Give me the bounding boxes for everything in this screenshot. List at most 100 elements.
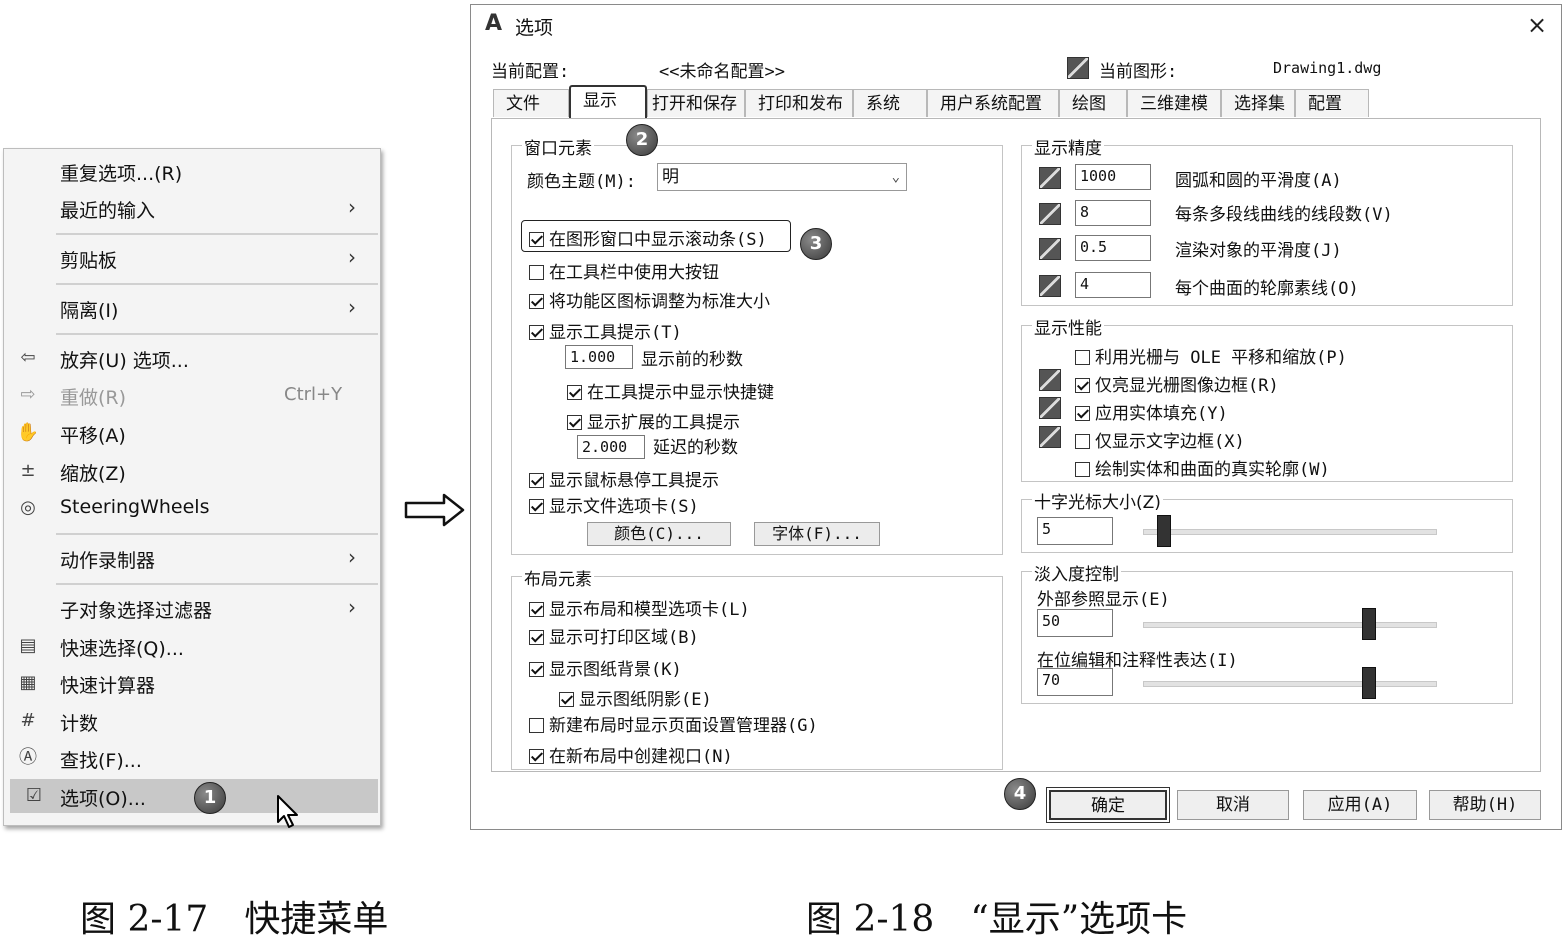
true-silhouettes-checkbox[interactable]: 绘制实体和曲面的真实轮廓(W) <box>1075 455 1330 480</box>
large-buttons-checkbox[interactable]: 在工具栏中使用大按钮 <box>529 258 719 283</box>
drawing-saved-icon <box>1039 369 1061 391</box>
tooltip-shortcut-checkbox[interactable]: 在工具提示中显示快捷键 <box>567 378 774 403</box>
cancel-button[interactable]: 取消 <box>1177 790 1289 820</box>
contour-lines-input[interactable]: 4 <box>1075 272 1151 298</box>
polyline-segments-input[interactable]: 8 <box>1075 200 1151 226</box>
menu-item-clipboard[interactable]: 剪贴板 › <box>4 241 380 275</box>
menu-item-quick-select[interactable]: ▤ 快速选择(Q)... <box>4 629 380 663</box>
dialog-title: 选项 <box>515 17 554 39</box>
inplace-slider-thumb[interactable] <box>1362 667 1377 699</box>
checkbox-box <box>529 630 544 645</box>
page-setup-manager-checkbox[interactable]: 新建布局时显示页面设置管理器(G) <box>529 711 818 736</box>
arc-smoothness-label: 圆弧和圆的平滑度(A) <box>1175 171 1342 191</box>
menu-item-count[interactable]: # 计数 <box>4 704 380 738</box>
paper-shadow-checkbox[interactable]: 显示图纸阴影(E) <box>559 685 712 710</box>
color-theme-value: 明 <box>662 167 679 187</box>
steering-wheel-icon: ◎ <box>20 497 36 518</box>
tooltips-checkbox[interactable]: 显示工具提示(T) <box>529 318 682 343</box>
menu-item-recent-input[interactable]: 最近的输入 › <box>4 191 380 225</box>
menu-item-redo[interactable]: ⇨ 重做(R) Ctrl+Y <box>4 378 380 412</box>
tab-open-save[interactable]: 打开和保存 <box>647 89 745 117</box>
checkbox-label: 仅亮显光栅图像边框(R) <box>1095 376 1279 396</box>
step-badge-3: 3 <box>800 228 832 260</box>
inplace-slider-track[interactable] <box>1143 681 1437 687</box>
tab-drafting[interactable]: 绘图 <box>1059 89 1127 117</box>
crosshair-slider-thumb[interactable] <box>1156 515 1171 547</box>
close-icon[interactable]: × <box>1527 11 1547 39</box>
chevron-right-icon: › <box>348 545 356 569</box>
raster-ole-checkbox[interactable]: 利用光栅与 OLE 平移和缩放(P) <box>1075 343 1347 368</box>
paper-background-checkbox[interactable]: 显示图纸背景(K) <box>529 655 682 680</box>
group-title: 窗口元素 <box>522 134 594 159</box>
menu-item-label: SteeringWheels <box>60 496 210 518</box>
menu-item-quick-calc[interactable]: ▦ 快速计算器 <box>4 666 380 700</box>
xref-display-input[interactable]: 50 <box>1037 609 1113 637</box>
resize-ribbon-checkbox[interactable]: 将功能区图标调整为标准大小 <box>529 287 770 312</box>
group-title: 十字光标大小(Z) <box>1032 488 1163 513</box>
menu-separator <box>56 333 378 335</box>
tab-profiles[interactable]: 配置 <box>1295 89 1369 117</box>
drawing-saved-icon <box>1039 426 1061 448</box>
checkbox-label: 显示文件选项卡(S) <box>549 497 699 517</box>
menu-item-find[interactable]: Ⓐ 查找(F)... <box>4 741 380 775</box>
checkbox-label: 将功能区图标调整为标准大小 <box>549 292 770 312</box>
drawing-saved-icon <box>1039 275 1061 297</box>
delay-seconds-input[interactable]: 2.000 <box>577 435 645 459</box>
crosshair-slider-track[interactable] <box>1143 529 1437 535</box>
xref-slider-track[interactable] <box>1143 622 1437 628</box>
solid-fill-checkbox[interactable]: 应用实体填充(Y) <box>1075 399 1228 424</box>
tooltip-seconds-input[interactable]: 1.000 <box>565 345 633 369</box>
inplace-edit-input[interactable]: 70 <box>1037 668 1113 696</box>
file-tabs-checkbox[interactable]: 显示文件选项卡(S) <box>529 492 699 517</box>
menu-item-label: 计数 <box>60 713 99 735</box>
tab-selection[interactable]: 选择集 <box>1221 89 1295 117</box>
tab-plot-publish[interactable]: 打印和发布 <box>745 89 853 117</box>
menu-item-zoom[interactable]: ± 缩放(Z) <box>4 454 380 488</box>
create-viewport-checkbox[interactable]: 在新布局中创建视口(N) <box>529 742 733 767</box>
help-button[interactable]: 帮助(H) <box>1429 790 1541 820</box>
color-theme-label: 颜色主题(M): <box>527 172 636 192</box>
chevron-right-icon: › <box>348 245 356 269</box>
rollover-tooltips-checkbox[interactable]: 显示鼠标悬停工具提示 <box>529 466 719 491</box>
tab-system[interactable]: 系统 <box>853 89 927 117</box>
chevron-down-icon: ⌄ <box>891 169 900 185</box>
text-frame-checkbox[interactable]: 仅显示文字边框(X) <box>1075 427 1245 452</box>
render-smoothness-input[interactable]: 0.5 <box>1075 235 1151 261</box>
step-badge-4: 4 <box>1004 778 1036 810</box>
colors-button[interactable]: 颜色(C)... <box>587 522 731 546</box>
menu-item-undo[interactable]: ⇦ 放弃(U) 选项... <box>4 341 380 375</box>
menu-item-action-recorder[interactable]: 动作录制器 › <box>4 541 380 575</box>
zoom-icon: ± <box>20 460 36 481</box>
crosshair-size-input[interactable]: 5 <box>1037 517 1113 545</box>
xref-slider-thumb[interactable] <box>1362 608 1377 640</box>
scrollbars-checkbox[interactable]: 在图形窗口中显示滚动条(S) <box>529 225 767 250</box>
tab-files[interactable]: 文件 <box>493 89 569 117</box>
arc-smoothness-input[interactable]: 1000 <box>1075 164 1151 190</box>
current-drawing-label: 当前图形: <box>1099 62 1178 82</box>
menu-item-isolate[interactable]: 隔离(I) › <box>4 291 380 325</box>
fonts-button[interactable]: 字体(F)... <box>754 522 880 546</box>
right-arrow-icon <box>404 493 465 527</box>
tab-display[interactable]: 显示 <box>569 85 647 119</box>
checkbox-box <box>1075 462 1090 477</box>
checkbox-label: 利用光栅与 OLE 平移和缩放(P) <box>1095 348 1347 368</box>
checkbox-label: 绘制实体和曲面的真实轮廓(W) <box>1095 460 1330 480</box>
menu-item-repeat-options[interactable]: 重复选项...(R) <box>4 154 380 188</box>
checkbox-label: 显示扩展的工具提示 <box>587 413 740 433</box>
menu-item-subobject-filter[interactable]: 子对象选择过滤器 › <box>4 591 380 625</box>
contour-lines-label: 每个曲面的轮廓素线(O) <box>1175 279 1359 299</box>
tab-user-preferences[interactable]: 用户系统配置 <box>927 89 1059 117</box>
color-theme-select[interactable]: 明 ⌄ <box>657 163 907 191</box>
menu-item-steeringwheels[interactable]: ◎ SteeringWheels <box>4 491 380 525</box>
calculator-icon: ▦ <box>19 672 37 693</box>
tab-3d-modeling[interactable]: 三维建模 <box>1127 89 1221 117</box>
menu-item-pan[interactable]: ✋ 平移(A) <box>4 416 380 450</box>
current-profile-label: 当前配置: <box>491 62 570 82</box>
highlight-raster-checkbox[interactable]: 仅亮显光栅图像边框(R) <box>1075 371 1279 396</box>
hand-pan-icon: ✋ <box>16 422 40 443</box>
layout-tabs-checkbox[interactable]: 显示布局和模型选项卡(L) <box>529 595 750 620</box>
apply-button[interactable]: 应用(A) <box>1303 790 1417 820</box>
extended-tooltips-checkbox[interactable]: 显示扩展的工具提示 <box>567 408 740 433</box>
ok-button[interactable]: 确定 <box>1049 790 1167 820</box>
printable-area-checkbox[interactable]: 显示可打印区域(B) <box>529 623 699 648</box>
